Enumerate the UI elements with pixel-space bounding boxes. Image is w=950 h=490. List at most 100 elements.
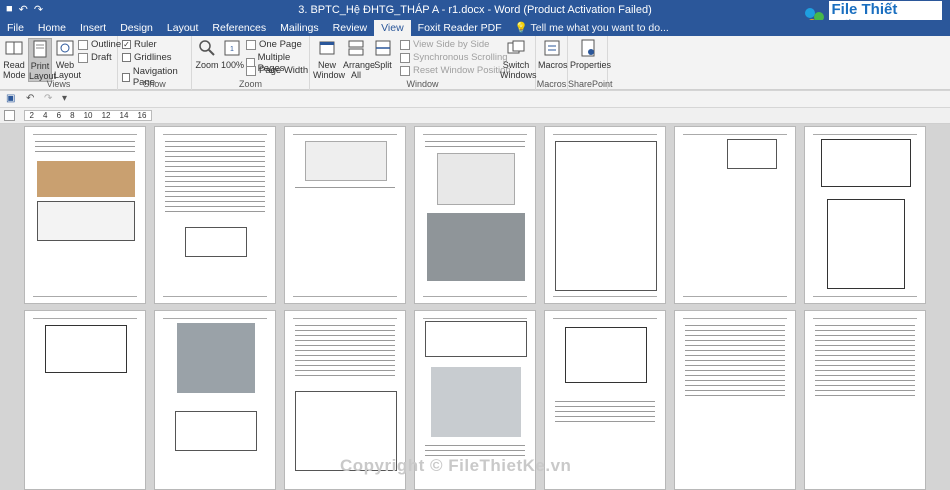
horizontal-ruler[interactable]: 2 4 6 8 10 12 14 16 [0, 108, 950, 124]
group-zoom: Zoom 1 100% One Page Multiple Pages Page… [192, 36, 310, 90]
group-views: Read Mode Print Layout Web Layout Outlin… [0, 36, 121, 90]
arrange-all-button[interactable]: Arrange All [343, 38, 375, 80]
text-line [165, 196, 265, 197]
text-line [555, 401, 655, 402]
show-group-label: Show [143, 79, 166, 89]
properties-button[interactable]: Properties [570, 38, 611, 70]
page-thumbnail[interactable] [804, 126, 926, 304]
split-icon [375, 40, 391, 56]
text-line [425, 141, 525, 142]
text-line [165, 186, 265, 187]
macros-group-label: Macros [536, 79, 567, 89]
text-line [815, 325, 915, 326]
gridlines-label: Gridlines [134, 52, 172, 63]
macros-button[interactable]: Macros [538, 38, 568, 70]
save-qat-icon[interactable]: ▣ [6, 93, 15, 104]
gridlines-check-icon [122, 53, 131, 62]
undo-qat-icon[interactable]: ↶ [26, 93, 34, 104]
tab-home[interactable]: Home [31, 20, 73, 36]
scaffold-drawing [827, 199, 905, 289]
text-line [555, 411, 655, 412]
text-line [685, 360, 785, 361]
page-footer [163, 296, 267, 299]
procedure-table [727, 139, 777, 169]
page-thumbnail[interactable] [674, 126, 796, 304]
new-window-button[interactable]: New Window [313, 38, 345, 80]
new-window-icon [319, 41, 335, 55]
tell-me-text: Tell me what you want to do... [530, 22, 669, 34]
customize-qat-icon[interactable]: ▾ [62, 93, 67, 104]
text-line [685, 380, 785, 381]
tab-layout[interactable]: Layout [160, 20, 206, 36]
page-header [33, 132, 137, 135]
text-line [685, 365, 785, 366]
text-line [35, 141, 135, 142]
page-thumbnail[interactable] [414, 126, 536, 304]
figure-table [37, 201, 135, 241]
ruler-mark: 14 [119, 111, 129, 120]
outline-icon [78, 39, 88, 50]
tab-selector-icon[interactable] [4, 110, 15, 121]
tab-design[interactable]: Design [113, 20, 160, 36]
group-window: New Window Arrange All Split View Side b… [310, 36, 537, 90]
page-thumbnail[interactable] [154, 310, 276, 490]
web-layout-button[interactable]: Web Layout [54, 38, 81, 80]
draft-label: Draft [91, 52, 112, 63]
tab-view[interactable]: View [374, 20, 411, 36]
page-thumbnail[interactable] [284, 126, 406, 304]
page-thumbnail[interactable] [544, 126, 666, 304]
zoom-button[interactable]: Zoom [195, 38, 219, 70]
synchronous-scrolling-button[interactable]: Synchronous Scrolling [400, 52, 508, 63]
text-line [815, 365, 915, 366]
page-thumbnail[interactable] [24, 126, 146, 304]
properties-icon [581, 39, 595, 57]
text-line [685, 390, 785, 391]
text-line [295, 325, 395, 326]
ruler-mark: 4 [43, 111, 48, 120]
view-side-by-side-button[interactable]: View Side by Side [400, 39, 489, 50]
tab-mailings[interactable]: Mailings [273, 20, 326, 36]
text-line [815, 330, 915, 331]
switch-windows-button[interactable]: Switch Windows [500, 38, 537, 80]
text-line [295, 345, 395, 346]
page-footer [813, 296, 917, 299]
page-width-button[interactable]: Page Width [246, 65, 308, 76]
reset-window-position-button[interactable]: Reset Window Position [400, 65, 511, 76]
tab-review[interactable]: Review [326, 20, 374, 36]
text-line [815, 335, 915, 336]
page-thumbnail[interactable] [154, 126, 276, 304]
print-layout-button[interactable]: Print Layout [28, 38, 56, 82]
page-thumbnail[interactable] [24, 310, 146, 490]
tell-me-box[interactable]: 💡 Tell me what you want to do... [509, 20, 669, 36]
text-line [165, 151, 265, 152]
reset-position-icon [400, 65, 410, 76]
split-label: Split [374, 60, 392, 70]
page-footer [33, 296, 137, 299]
outline-button[interactable]: Outline [78, 39, 121, 50]
duct-photo [427, 213, 525, 281]
one-page-button[interactable]: One Page [246, 39, 302, 50]
split-button[interactable]: Split [371, 38, 395, 70]
reset-window-position-label: Reset Window Position [413, 65, 511, 76]
redo-qat-icon[interactable]: ↷ [44, 93, 52, 104]
text-line [165, 166, 265, 167]
page-thumbnail[interactable] [804, 310, 926, 490]
gridlines-checkbox[interactable]: Gridlines [122, 52, 172, 63]
draft-button[interactable]: Draft [78, 52, 112, 63]
read-mode-button[interactable]: Read Mode [3, 38, 26, 80]
page-thumbnail[interactable] [674, 310, 796, 490]
figure-table [185, 227, 247, 257]
text-line [295, 187, 395, 188]
zoom-100-button[interactable]: 1 100% [221, 38, 244, 70]
ruler-scale: 2 4 6 8 10 12 14 16 [24, 110, 152, 121]
ruler-mark: 10 [83, 111, 93, 120]
ruler-checkbox[interactable]: ✓ Ruler [122, 39, 157, 50]
tab-insert[interactable]: Insert [73, 20, 113, 36]
page-header [423, 132, 527, 135]
page-width-label: Page Width [259, 65, 309, 76]
tab-references[interactable]: References [205, 20, 273, 36]
tab-file[interactable]: File [0, 20, 31, 36]
tab-foxit[interactable]: Foxit Reader PDF [411, 20, 509, 36]
document-workspace[interactable] [0, 124, 950, 490]
text-line [165, 181, 265, 182]
